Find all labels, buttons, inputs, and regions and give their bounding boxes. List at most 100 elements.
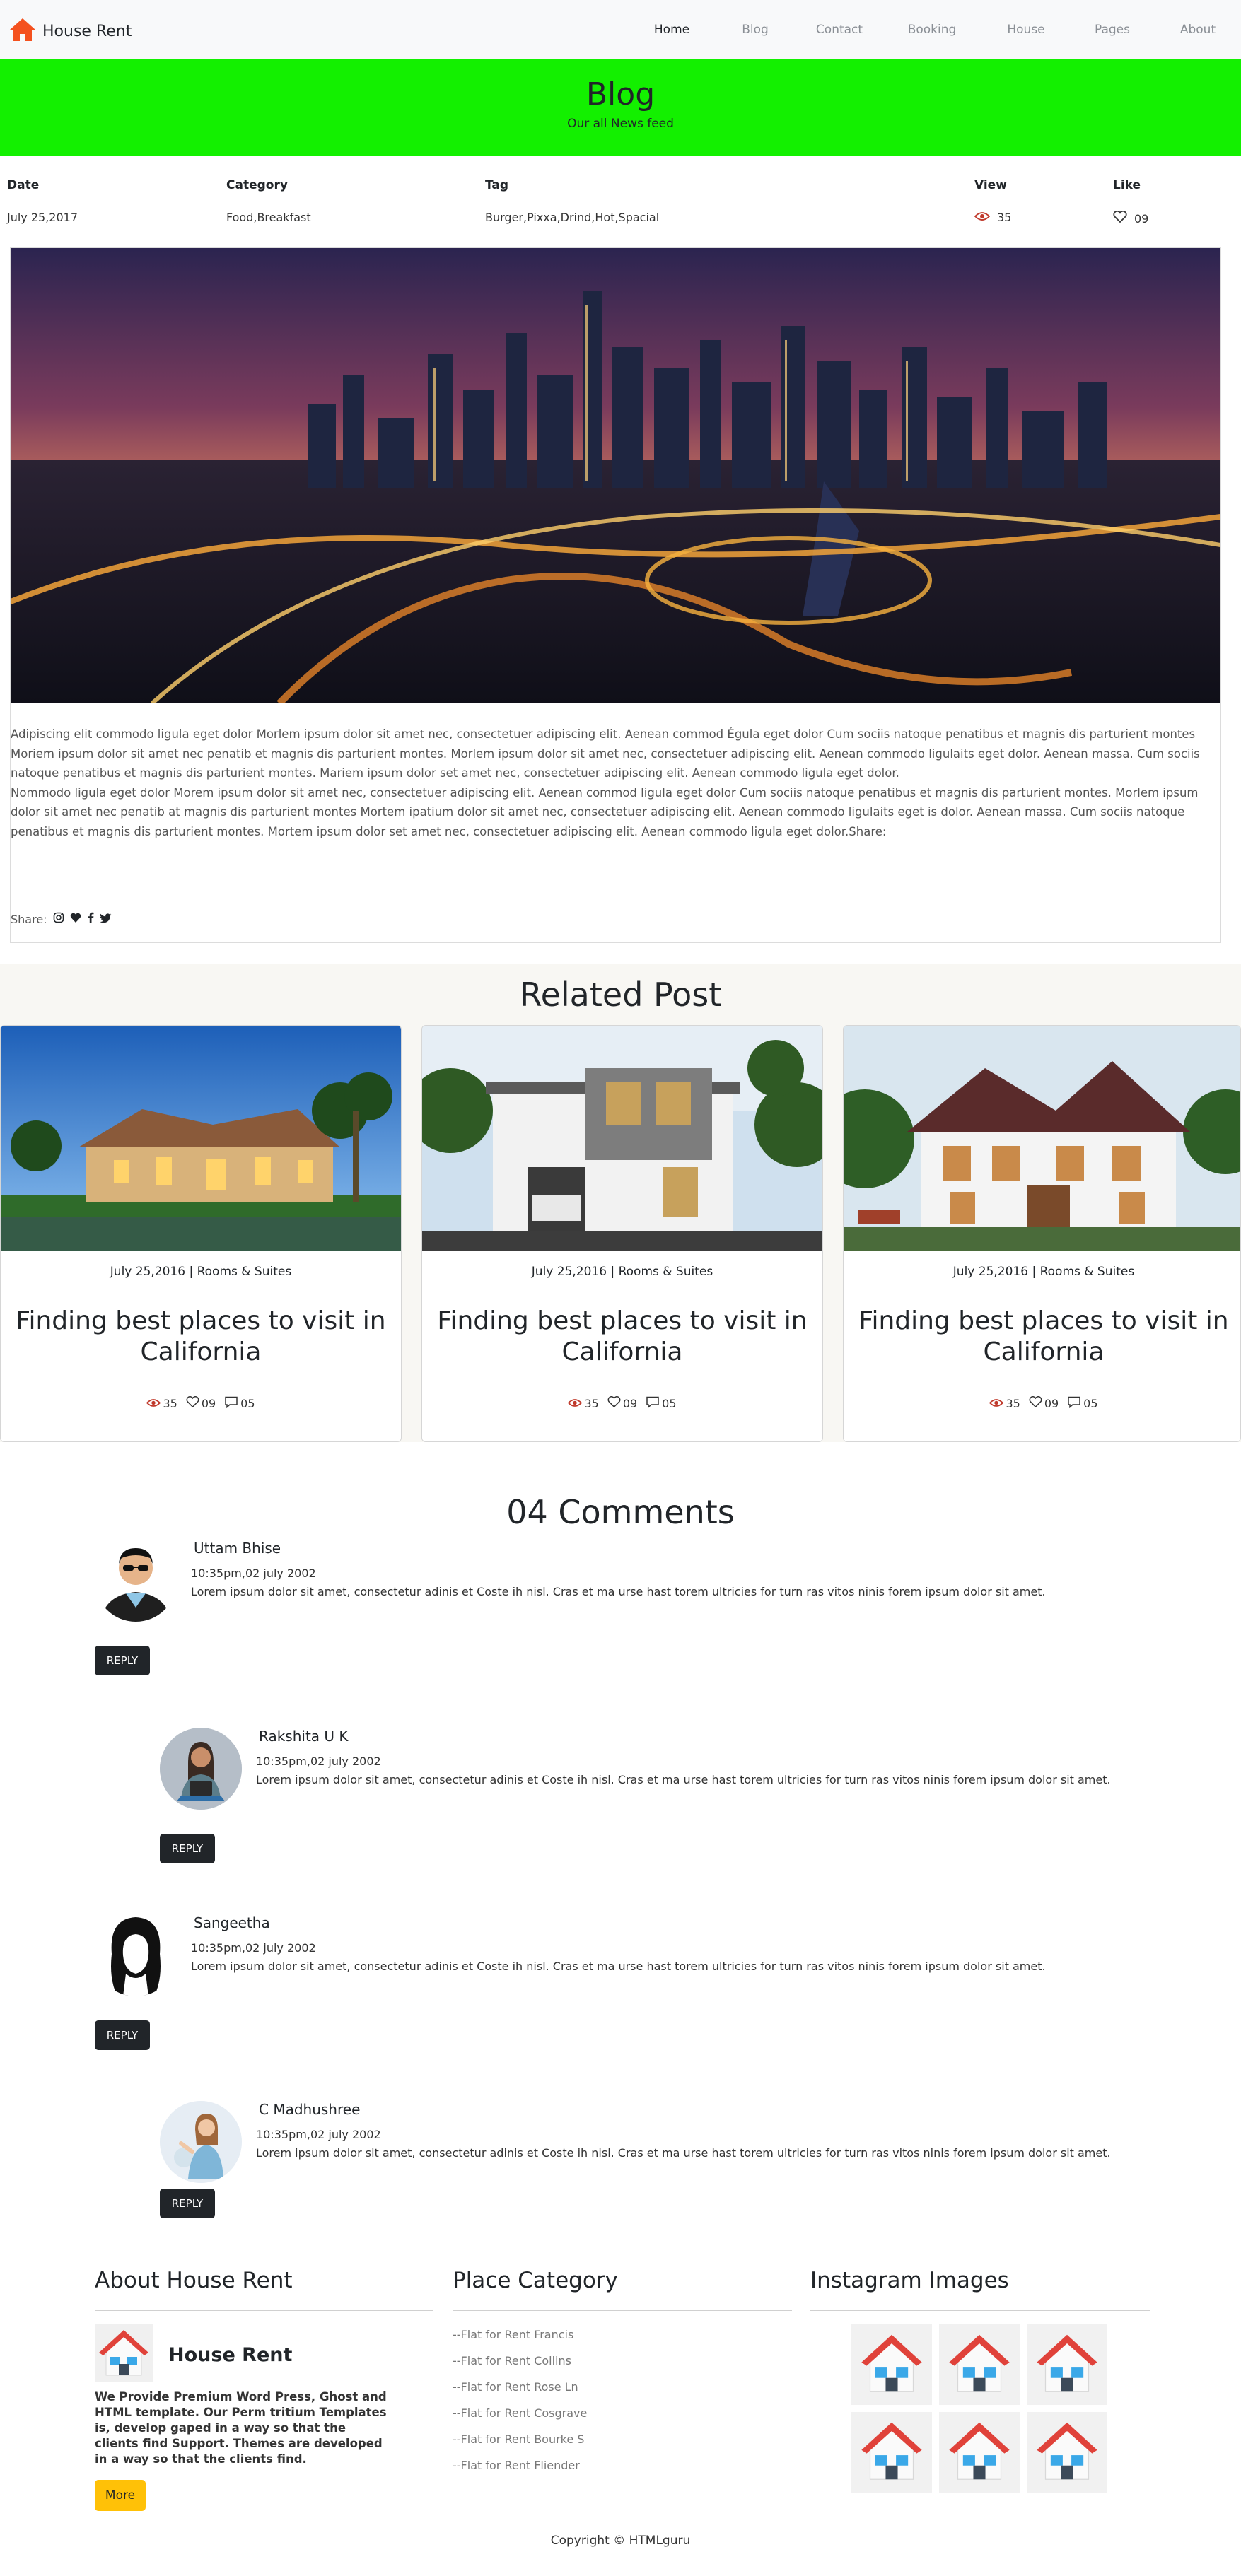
copyright: Copyright © HTMLguru [550, 2534, 691, 2548]
facebook-icon[interactable] [87, 912, 94, 926]
comment-author: Uttam Bhise [194, 1540, 281, 1557]
heart-icon[interactable] [70, 913, 81, 926]
comments-count: 05 [662, 1397, 677, 1410]
banner-subtitle: Our all News feed [567, 117, 674, 131]
comment-time: 10:35pm,02 july 2002 [256, 2128, 381, 2141]
instagram-image[interactable] [939, 2412, 1020, 2493]
heart-icon[interactable] [1029, 1396, 1042, 1411]
brand-name: House Rent [42, 22, 132, 40]
house-icon [856, 2416, 927, 2489]
meta-tag-value: Burger,Pixxa,Drind,Hot,Spacial [485, 211, 660, 224]
related-card-date: July 25,2016 | Rooms & Suites [110, 1265, 292, 1279]
banner-title: Blog [585, 76, 656, 112]
nav-booking[interactable]: Booking [882, 23, 982, 37]
meta-date-label: Date [7, 178, 40, 192]
place-link[interactable]: --Flat for Rent Rose Ln [453, 2377, 587, 2403]
related-card-title[interactable]: Finding best places to visit in Californ… [851, 1306, 1237, 1368]
place-category-title: Place Category [453, 2268, 618, 2293]
avatar [95, 1540, 177, 1622]
nav-blog[interactable]: Blog [713, 23, 797, 37]
views-stat: 35 [146, 1397, 177, 1410]
nav-pages[interactable]: Pages [1070, 23, 1155, 37]
related-card-title[interactable]: Finding best places to visit in Californ… [429, 1306, 815, 1368]
likes-stat: 09 [1029, 1396, 1059, 1411]
comment-text: Lorem ipsum dolor sit amet, consectetur … [191, 1960, 1046, 1973]
related-card-date: July 25,2016 | Rooms & Suites [952, 1265, 1135, 1279]
related-card-title[interactable]: Finding best places to visit in Californ… [8, 1306, 394, 1368]
likes-stat: 09 [186, 1396, 216, 1411]
heart-icon[interactable] [186, 1396, 199, 1411]
nav-home[interactable]: Home [630, 23, 713, 37]
home-icon [8, 17, 37, 45]
eye-icon [568, 1397, 583, 1410]
comment-text: Lorem ipsum dolor sit amet, consectetur … [256, 2146, 1111, 2160]
meta-tag: Tag Burger,Pixxa,Drind,Hot,Spacial [485, 178, 659, 224]
comment-icon [1067, 1396, 1081, 1411]
avatar [160, 2101, 242, 2183]
instagram-icon[interactable] [53, 912, 64, 926]
place-link[interactable]: --Flat for Rent Bourke S [453, 2429, 587, 2455]
instagram-image[interactable] [851, 2412, 932, 2493]
meta-like-label: Like [1113, 178, 1141, 192]
about-title: About House Rent [95, 2268, 293, 2293]
related-card-stats: 35 09 05 [1, 1396, 401, 1411]
blog-banner: Blog Our all News feed [0, 59, 1241, 156]
nav-about[interactable]: About [1155, 23, 1241, 37]
brand[interactable]: House Rent [8, 17, 132, 45]
instagram-image[interactable] [1027, 2324, 1107, 2405]
related-card-image [422, 1026, 822, 1251]
comment-icon [224, 1396, 238, 1411]
views-count: 35 [997, 211, 1012, 224]
house-icon [856, 2328, 927, 2401]
blog-post: Adipiscing elit commodo ligula eget dolo… [10, 247, 1221, 943]
place-link[interactable]: --Flat for Rent Cosgrave [453, 2403, 587, 2429]
share-label: Share: [11, 912, 47, 926]
related-card-2[interactable]: July 25,2016 | Rooms & Suites Finding be… [421, 1025, 823, 1442]
house-icon [944, 2416, 1015, 2489]
instagram-image[interactable] [939, 2324, 1020, 2405]
meta-date-value: July 25,2017 [7, 211, 78, 224]
house-icon [944, 2328, 1015, 2401]
reply-button[interactable]: REPLY [95, 1646, 150, 1675]
instagram-image[interactable] [851, 2324, 932, 2405]
twitter-icon[interactable] [99, 913, 112, 926]
views-count: 35 [163, 1397, 177, 1410]
related-card-date: July 25,2016 | Rooms & Suites [531, 1265, 713, 1279]
post-hero-image [11, 248, 1220, 703]
related-card-1[interactable]: July 25,2016 | Rooms & Suites Finding be… [0, 1025, 402, 1442]
comment-time: 10:35pm,02 july 2002 [191, 1567, 316, 1580]
place-link[interactable]: --Flat for Rent Fliender [453, 2455, 587, 2481]
meta-tag-label: Tag [485, 178, 509, 192]
reply-button[interactable]: REPLY [95, 2020, 150, 2050]
divider [95, 2310, 433, 2311]
navbar: House Rent Home Blog Contact Booking Hou… [0, 0, 1241, 59]
reply-button[interactable]: REPLY [160, 1834, 215, 1863]
post-paragraph-2: Nommodo ligula eget dolor Morem ipsum do… [11, 785, 1199, 838]
related-card-3[interactable]: July 25,2016 | Rooms & Suites Finding be… [843, 1025, 1241, 1442]
avatar [95, 1914, 177, 1996]
views-stat: 35 [989, 1397, 1020, 1410]
about-brand-name: House Rent [168, 2343, 293, 2366]
post-paragraph-1: Adipiscing elit commodo ligula eget dolo… [11, 727, 1200, 780]
reply-button[interactable]: REPLY [160, 2189, 215, 2218]
nav-house[interactable]: House [982, 23, 1070, 37]
eye-icon [989, 1397, 1004, 1410]
about-brand: House Rent [95, 2324, 292, 2385]
place-link[interactable]: --Flat for Rent Francis [453, 2324, 587, 2350]
instagram-title: Instagram Images [810, 2268, 1009, 2293]
house-icon [1032, 2328, 1102, 2401]
share-bar: Share: [11, 912, 112, 926]
heart-icon[interactable] [1113, 210, 1127, 226]
comment-author: Rakshita U K [259, 1728, 349, 1745]
nav-contact[interactable]: Contact [797, 23, 882, 37]
comment-author: C Madhushree [259, 2101, 361, 2118]
more-button[interactable]: More [95, 2480, 146, 2511]
nav-links: Home Blog Contact Booking House Pages Ab… [630, 0, 1241, 59]
place-link[interactable]: --Flat for Rent Collins [453, 2350, 587, 2377]
instagram-image[interactable] [1027, 2412, 1107, 2493]
eye-icon [974, 211, 991, 224]
place-category-list: --Flat for Rent Francis --Flat for Rent … [453, 2324, 587, 2481]
comment-time: 10:35pm,02 july 2002 [191, 1941, 316, 1955]
comments-stat: 05 [224, 1396, 255, 1411]
heart-icon[interactable] [607, 1396, 621, 1411]
